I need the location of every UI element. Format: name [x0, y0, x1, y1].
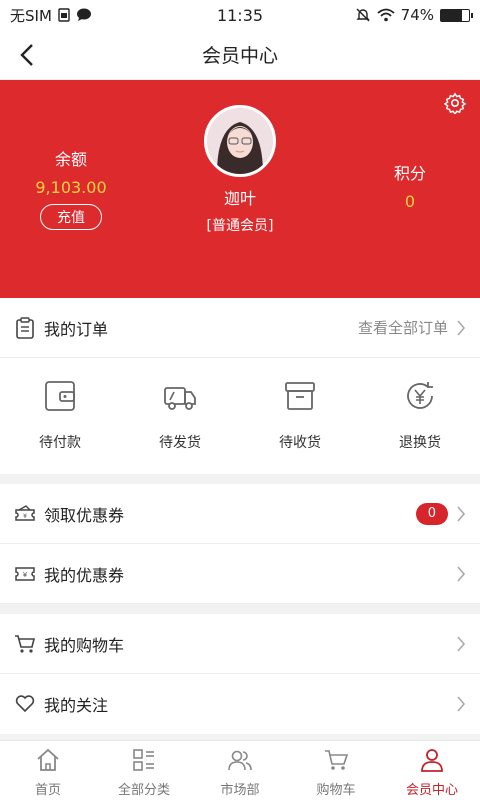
recharge-button[interactable]: 充值	[40, 204, 102, 230]
content: 我的订单 查看全部订单 待付款 待发货 待收货 退换货 ¥ 领取优惠券 0 ¥ …	[0, 298, 480, 734]
coupon-icon: ¥	[14, 563, 36, 585]
points-label: 积分	[393, 164, 426, 183]
category-icon	[133, 749, 154, 771]
order-label: 待付款	[39, 435, 81, 451]
my-coupons-row[interactable]: ¥ 我的优惠券	[0, 544, 480, 604]
section-gap	[0, 474, 480, 484]
battery-percent: 74%	[400, 6, 434, 24]
heart-icon	[14, 693, 36, 715]
tab-market[interactable]: 市场部	[192, 741, 288, 800]
status-bar: 无SIM 11:35 74%	[0, 0, 480, 30]
status-time: 11:35	[216, 5, 264, 25]
tab-categories[interactable]: 全部分类	[96, 741, 192, 800]
order-pending-receipt[interactable]: 待收货	[250, 378, 350, 452]
battery-icon	[440, 8, 473, 22]
my-cart-right	[456, 635, 466, 652]
chevron-right-icon	[457, 319, 466, 336]
order-status-grid: 待付款 待发货 待收货 退换货	[0, 358, 480, 474]
order-returns[interactable]: 退换货	[370, 378, 470, 452]
wifi-icon	[377, 8, 395, 22]
my-follows-row[interactable]: 我的关注	[0, 674, 480, 734]
balance-value: 9,103.00	[35, 178, 107, 197]
settings-button[interactable]	[443, 92, 467, 116]
my-orders-label: 我的订单	[44, 319, 109, 339]
coupon-claim-icon: ¥	[14, 503, 36, 525]
order-pending-shipment[interactable]: 待发货	[130, 378, 230, 452]
gear-icon	[443, 92, 467, 116]
user-name: 迦叶	[223, 189, 256, 208]
chevron-right-icon	[457, 505, 466, 522]
status-right: 74%	[355, 6, 473, 24]
chevron-right-icon	[457, 635, 466, 652]
tab-home[interactable]: 首页	[0, 741, 96, 800]
tab-label: 首页	[34, 783, 61, 798]
my-follows-label: 我的关注	[44, 696, 109, 715]
points-block: 积分 0	[390, 160, 430, 211]
coupon-count-badge: 0	[415, 502, 448, 525]
order-label: 退换货	[399, 435, 441, 451]
tab-label: 会员中心	[405, 783, 458, 798]
my-follows-right	[456, 696, 466, 712]
section-gap	[0, 604, 480, 614]
points-value: 0	[404, 192, 416, 211]
tab-cart[interactable]: 购物车	[288, 741, 384, 800]
order-list-icon	[14, 316, 36, 339]
cart-icon	[325, 750, 349, 770]
order-label: 待收货	[279, 435, 321, 451]
view-all-orders-label: 查看全部订单	[357, 319, 448, 337]
svg-text:¥: ¥	[23, 513, 27, 520]
page-title: 会员中心	[201, 45, 278, 67]
wallet-icon	[45, 381, 75, 411]
carrier-text: 无SIM	[10, 6, 52, 25]
balance-block: 余额 9,103.00 充值	[30, 146, 112, 230]
my-cart-label: 我的购物车	[44, 635, 125, 655]
people-icon	[228, 750, 252, 771]
person-icon	[421, 749, 443, 772]
view-all-orders[interactable]: 查看全部订单	[358, 317, 466, 338]
avatar-image	[207, 108, 273, 174]
status-left: 无SIM	[10, 5, 92, 26]
nav-bar: 会员中心	[0, 30, 480, 80]
back-button[interactable]	[12, 40, 42, 70]
member-level: [普通会员]	[206, 218, 274, 234]
tab-label: 购物车	[316, 783, 356, 798]
message-icon	[76, 8, 91, 21]
balance-label: 余额	[54, 150, 87, 169]
claim-coupons-row[interactable]: ¥ 领取优惠券 0	[0, 484, 480, 544]
order-label: 待发货	[159, 435, 201, 451]
my-cart-row[interactable]: 我的购物车	[0, 614, 480, 674]
profile-header: 余额 9,103.00 充值 迦叶 [普通会员] 积分 0	[0, 80, 480, 298]
avatar[interactable]	[204, 105, 276, 177]
order-pending-payment[interactable]: 待付款	[10, 378, 110, 452]
mute-bell-icon	[355, 8, 370, 22]
tab-label: 全部分类	[117, 783, 170, 798]
my-coupons-label: 我的优惠券	[44, 565, 125, 585]
home-icon	[37, 748, 59, 771]
chevron-right-icon	[457, 565, 466, 582]
bottom-tab-bar: 首页 全部分类 市场部 购物车 会员中心	[0, 740, 480, 800]
cart-icon	[14, 633, 36, 655]
claim-coupons-label: 领取优惠券	[44, 505, 125, 525]
svg-text:¥: ¥	[23, 571, 28, 579]
back-arrow-icon	[20, 44, 33, 66]
tab-member-center[interactable]: 会员中心	[384, 741, 480, 800]
user-block: 迦叶 [普通会员]	[160, 105, 320, 235]
tab-label: 市场部	[220, 783, 260, 798]
battery-fill	[441, 9, 462, 21]
my-orders-row[interactable]: 我的订单 查看全部订单	[0, 298, 480, 358]
truck-icon	[164, 387, 196, 410]
box-icon	[285, 382, 315, 410]
claim-coupons-right: 0	[415, 502, 466, 525]
refund-icon	[407, 382, 433, 409]
sim-icon	[58, 8, 70, 22]
my-coupons-right	[456, 565, 466, 582]
chevron-right-icon	[457, 696, 466, 712]
